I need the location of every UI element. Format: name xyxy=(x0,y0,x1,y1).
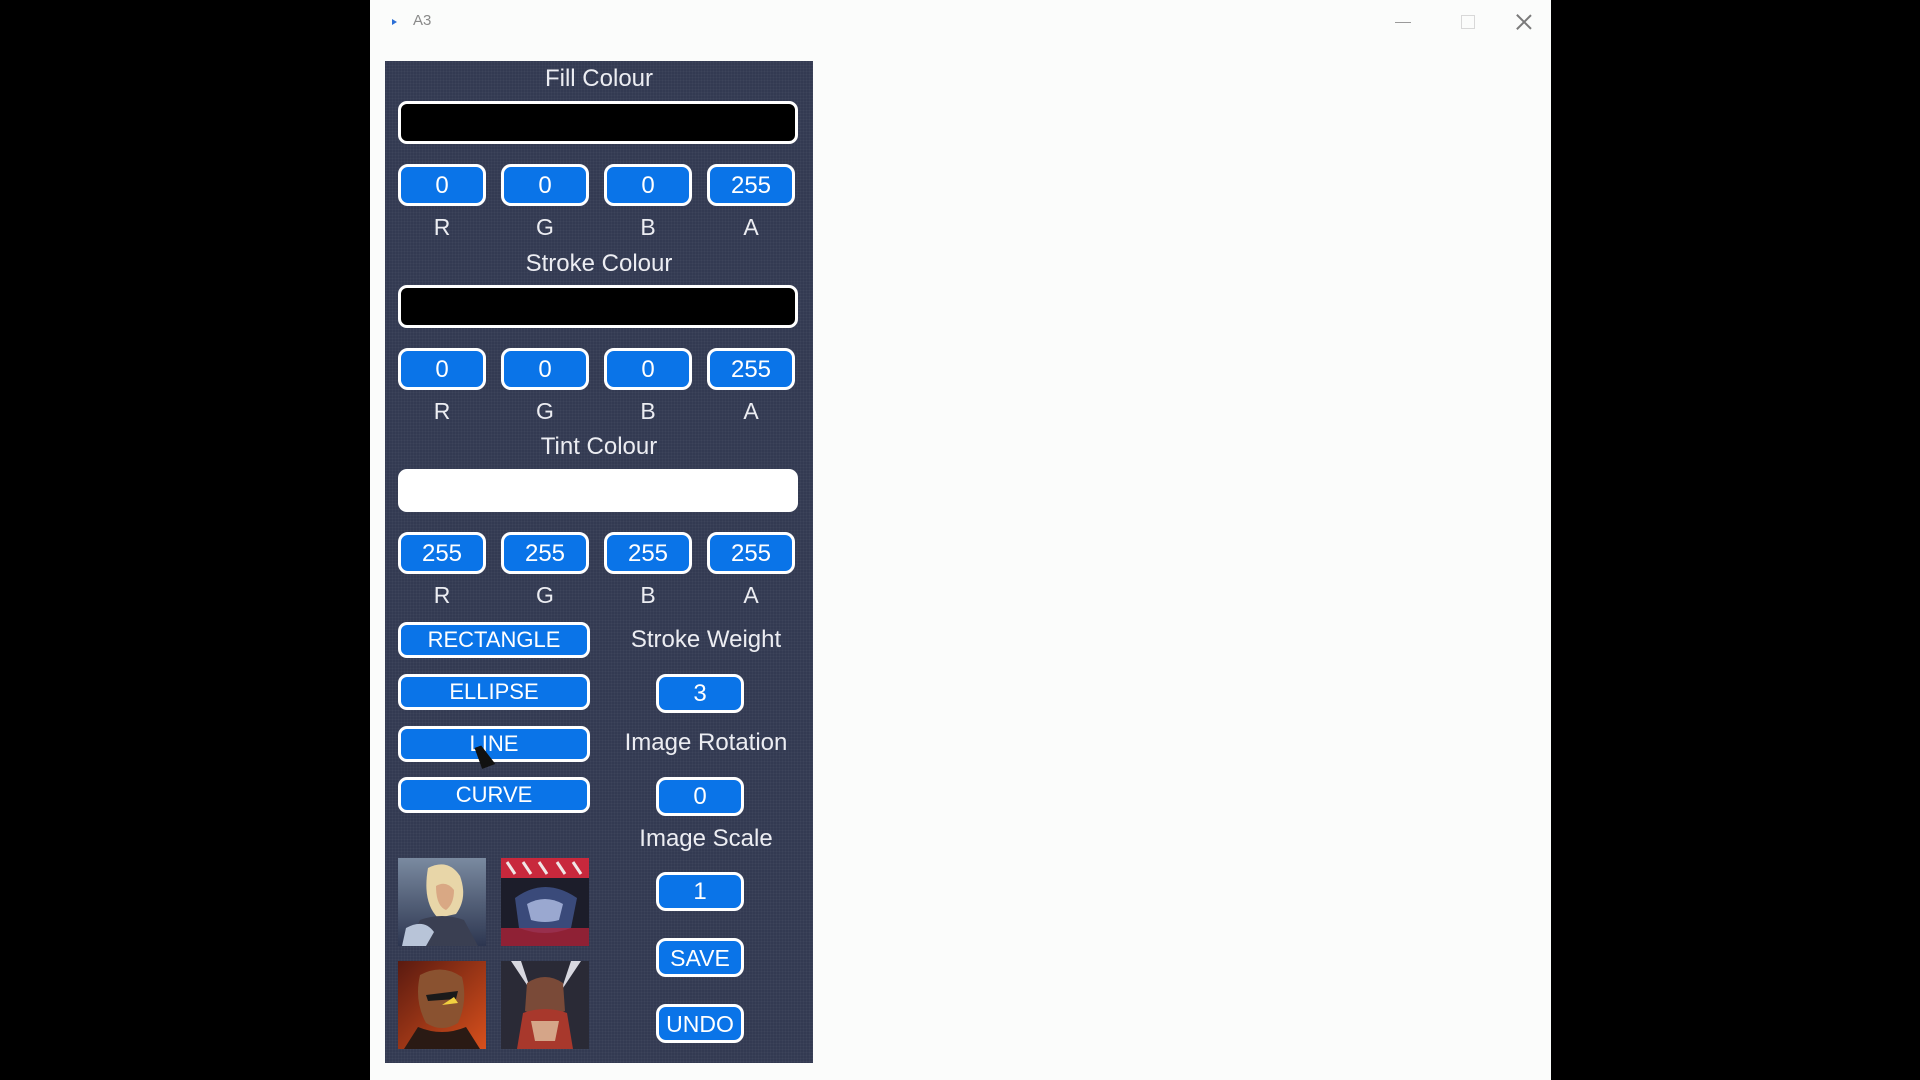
title-bar[interactable]: A3 xyxy=(370,0,1551,44)
tint-b-label: B xyxy=(640,582,656,608)
tint-b-input[interactable]: 255 xyxy=(604,532,692,574)
stroke-weight-input[interactable]: 3 xyxy=(656,674,744,713)
tint-a-input[interactable]: 255 xyxy=(707,532,795,574)
stroke-b-input[interactable]: 0 xyxy=(604,348,692,390)
tint-colour-heading: Tint Colour xyxy=(540,433,658,460)
fill-a-label: A xyxy=(743,214,759,240)
image-rotation-label: Image Rotation xyxy=(624,729,788,756)
stroke-a-input[interactable]: 255 xyxy=(707,348,795,390)
app-window: A3 Fill Colour 0 0 0 255 R G B A Stroke … xyxy=(370,0,1551,1080)
image-scale-input[interactable]: 1 xyxy=(656,872,744,911)
undo-button[interactable]: UNDO xyxy=(656,1004,744,1043)
image-thumbnail-1[interactable] xyxy=(398,858,486,946)
minimize-icon xyxy=(1395,22,1411,23)
fill-g-label: G xyxy=(536,214,554,240)
app-icon xyxy=(392,19,397,25)
fill-b-input[interactable]: 0 xyxy=(604,164,692,206)
image-rotation-input[interactable]: 0 xyxy=(656,777,744,816)
image-thumbnail-2[interactable] xyxy=(501,858,589,946)
stroke-g-label: G xyxy=(536,398,554,424)
tint-g-input[interactable]: 255 xyxy=(501,532,589,574)
minimize-button[interactable] xyxy=(1370,0,1436,44)
close-icon xyxy=(1516,14,1532,30)
tint-a-label: A xyxy=(743,582,759,608)
rectangle-button[interactable]: RECTANGLE xyxy=(398,622,590,658)
stroke-r-label: R xyxy=(433,398,451,424)
maximize-icon xyxy=(1461,15,1475,29)
tint-r-label: R xyxy=(433,582,451,608)
image-scale-label: Image Scale xyxy=(639,825,773,852)
fill-colour-swatch xyxy=(398,101,798,144)
window-title: A3 xyxy=(413,12,432,29)
fill-g-input[interactable]: 0 xyxy=(501,164,589,206)
stroke-colour-swatch xyxy=(398,285,798,328)
image-thumbnail-3[interactable] xyxy=(398,961,486,1049)
curve-button[interactable]: CURVE xyxy=(398,777,590,813)
stroke-g-input[interactable]: 0 xyxy=(501,348,589,390)
stroke-b-label: B xyxy=(640,398,656,424)
fill-b-label: B xyxy=(640,214,656,240)
line-button[interactable]: LINE xyxy=(398,726,590,762)
tint-g-label: G xyxy=(536,582,554,608)
stroke-a-label: A xyxy=(743,398,759,424)
fill-r-input[interactable]: 0 xyxy=(398,164,486,206)
fill-a-input[interactable]: 255 xyxy=(707,164,795,206)
stroke-weight-label: Stroke Weight xyxy=(630,626,782,653)
tint-r-input[interactable]: 255 xyxy=(398,532,486,574)
stroke-r-input[interactable]: 0 xyxy=(398,348,486,390)
ellipse-button[interactable]: ELLIPSE xyxy=(398,674,590,710)
tint-colour-swatch xyxy=(398,469,798,512)
save-button[interactable]: SAVE xyxy=(656,938,744,977)
image-thumbnail-4[interactable] xyxy=(501,961,589,1049)
control-panel: Fill Colour 0 0 0 255 R G B A Stroke Col… xyxy=(385,61,813,1063)
fill-r-label: R xyxy=(433,214,451,240)
close-button[interactable] xyxy=(1490,0,1551,44)
fill-colour-heading: Fill Colour xyxy=(544,65,654,92)
stroke-colour-heading: Stroke Colour xyxy=(525,250,673,277)
